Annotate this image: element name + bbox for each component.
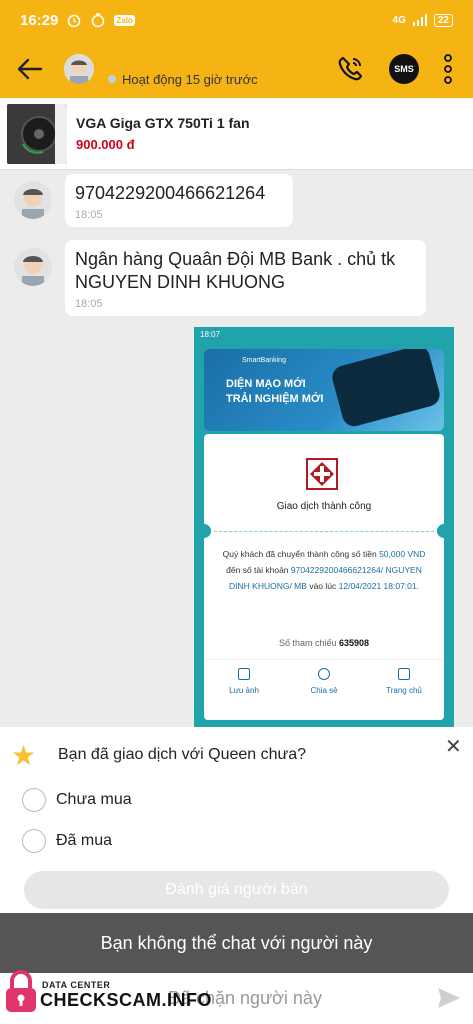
detail-text: vào lúc <box>309 581 337 591</box>
mb-bank-logo <box>306 458 338 490</box>
card-notch <box>197 524 211 538</box>
message-time: 18:05 <box>75 298 103 310</box>
user-avatar-icon <box>14 181 52 219</box>
phone-illustration <box>329 349 443 429</box>
review-question: Bạn đã giao dịch với Queen chưa? <box>58 746 307 763</box>
timer-icon <box>92 13 105 28</box>
avatar[interactable] <box>64 54 94 84</box>
user-avatar-icon <box>64 54 94 84</box>
reference-number: Số tham chiếu 635908 <box>204 638 444 648</box>
graphics-card-image <box>7 103 67 164</box>
signal-icon <box>412 14 427 26</box>
chat-header: Hoạt động 15 giờ trước SMS <box>0 40 473 98</box>
status-text: Hoạt động 15 giờ trước <box>122 71 258 87</box>
message-bubble[interactable]: Ngân hàng Quaân Đội MB Bank . chủ tk NGU… <box>65 240 426 316</box>
sms-button[interactable]: SMS <box>389 54 419 84</box>
image-message[interactable]: 18:07 SmartBanking DIỆN MẠO MỚI TRẢI NGH… <box>194 327 454 727</box>
message-text: Ngân hàng Quaân Đội MB Bank . chủ tk NGU… <box>75 249 396 292</box>
close-icon[interactable]: ✕ <box>445 737 462 757</box>
radio-button[interactable] <box>22 829 46 853</box>
blocked-notice: Bạn không thể chat với người này <box>0 913 473 973</box>
star-icon: ★ <box>11 740 37 771</box>
receipt-banner: SmartBanking DIỆN MẠO MỚI TRẢI NGHIỆM MỚ… <box>204 349 444 431</box>
battery-icon: 22 <box>433 13 453 27</box>
detail-text: đến số tài khoản <box>226 565 289 575</box>
transaction-title: Giao dịch thành công <box>276 501 372 512</box>
send-icon[interactable] <box>437 987 461 1009</box>
back-button[interactable] <box>0 40 60 98</box>
radio-button[interactable] <box>22 788 46 812</box>
avatar[interactable] <box>14 181 52 219</box>
home-action: Trang chủ <box>364 668 444 695</box>
dashed-divider <box>214 531 434 532</box>
option-label: Chưa mua <box>56 791 132 808</box>
save-image-action: Lưu ảnh <box>204 668 284 695</box>
option-bought[interactable]: Đã mua <box>22 829 112 853</box>
share-icon <box>318 668 330 680</box>
reference-value: 635908 <box>339 638 370 648</box>
transaction-datetime: 12/04/2021 18:07:01. <box>338 581 419 591</box>
card-notch <box>437 524 451 538</box>
reference-label: Số tham chiếu <box>278 638 337 648</box>
image-icon <box>238 668 250 680</box>
action-label: Lưu ảnh <box>229 686 259 695</box>
product-thumbnail <box>7 103 67 164</box>
banner-line-2: TRẢI NGHIỆM MỚI <box>226 393 324 405</box>
product-price: 900.000 đ <box>76 137 135 152</box>
receipt-actions: Lưu ảnh Chia sẻ Trang chủ <box>204 659 444 695</box>
watermark-title: CHECKSCAM.INFO <box>40 990 212 1010</box>
alarm-icon <box>68 14 81 28</box>
activity-status: Hoạt động 15 giờ trước <box>108 72 258 87</box>
share-action: Chia sẻ <box>284 668 364 695</box>
product-bar[interactable]: VGA Giga GTX 750Ti 1 fan 900.000 đ <box>0 98 473 170</box>
review-panel: ★ Bạn đã giao dịch với Queen chưa? ✕ Chư… <box>0 727 473 913</box>
status-dot-icon <box>108 75 116 83</box>
transaction-details: Quý khách đã chuyển thành công số tiền 5… <box>218 546 430 594</box>
detail-text: Quý khách đã chuyển thành công số tiền <box>222 549 377 559</box>
receipt-status-bar: 18:07 <box>194 327 454 343</box>
option-not-bought[interactable]: Chưa mua <box>22 788 132 812</box>
phone-call-icon[interactable] <box>335 54 365 84</box>
action-label: Trang chủ <box>386 686 422 695</box>
status-time: 16:29 <box>20 11 59 29</box>
message-time: 18:05 <box>75 209 103 221</box>
receipt-status-time: 18:07 <box>200 330 221 339</box>
smartbanking-logo: SmartBanking <box>242 357 286 364</box>
more-options-icon[interactable] <box>443 54 453 84</box>
message-text: 9704229200466621264 <box>75 183 266 203</box>
avatar[interactable] <box>14 248 52 286</box>
receipt-card: Giao dịch thành công Quý khách đã chuyển… <box>197 434 451 720</box>
back-arrow-icon <box>17 58 43 80</box>
lock-icon <box>6 970 36 1012</box>
banner-line-1: DIỆN MẠO MỚI <box>226 378 306 390</box>
action-label: Chia sẻ <box>310 686 338 695</box>
product-name: VGA Giga GTX 750Ti 1 fan <box>76 115 250 131</box>
home-icon <box>398 668 410 680</box>
rate-seller-button[interactable]: Đánh giá người bán <box>24 871 449 909</box>
user-avatar-icon <box>14 248 52 286</box>
status-bar: 16:29 Zalo 4G 22 <box>0 0 473 40</box>
transfer-amount: 50,000 VND <box>379 549 426 559</box>
option-label: Đã mua <box>56 832 113 849</box>
message-bubble[interactable]: 9704229200466621264 18:05 <box>65 174 293 227</box>
watermark-subtitle: DATA CENTER <box>42 980 111 990</box>
network-label: 4G <box>392 14 406 26</box>
zalo-icon: Zalo <box>114 14 135 26</box>
